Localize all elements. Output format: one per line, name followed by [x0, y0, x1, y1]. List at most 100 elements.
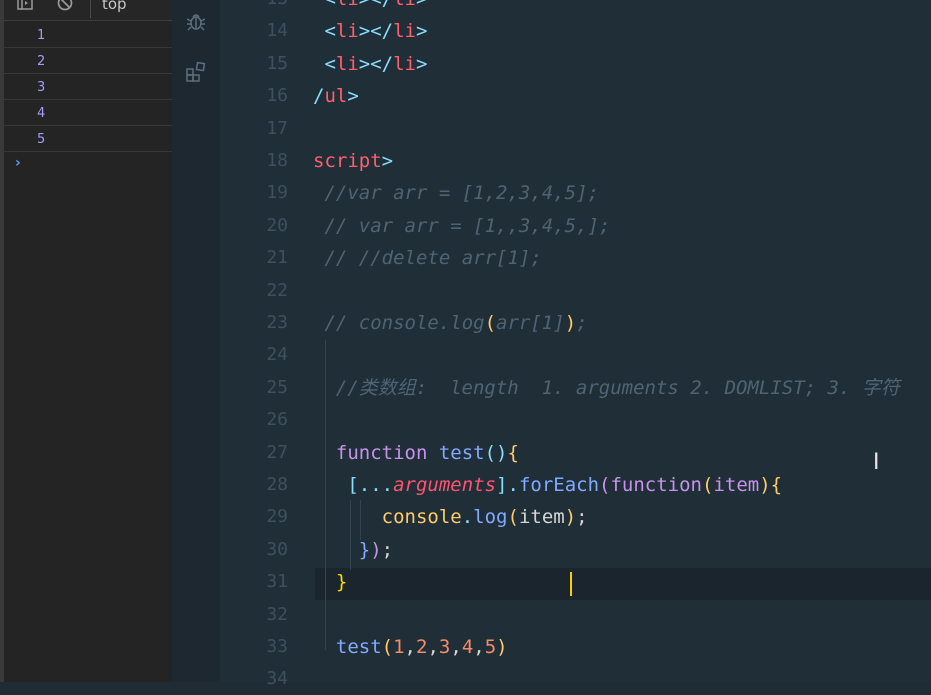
line-number: 29 [266, 506, 288, 528]
code-line: 33 test(1,2,3,4,5) [220, 631, 931, 663]
code-text: script> [313, 145, 393, 177]
sidebar-toggle-icon[interactable] [16, 0, 34, 12]
code-text: //var arr = [1,2,3,4,5]; [313, 177, 599, 209]
code-token: 4 [461, 636, 474, 658]
code-text: } [313, 566, 347, 598]
code-line: 34 [220, 663, 931, 695]
code-token: > [416, 0, 427, 10]
line-number: 32 [266, 603, 288, 625]
code-token: > [416, 20, 428, 43]
code-token: 1 [393, 636, 405, 658]
code-token: ( [381, 636, 394, 658]
console-log-row: 3 [4, 74, 172, 100]
code-token: item [518, 506, 565, 529]
code-line: 31 } [220, 566, 931, 598]
code-token: < [313, 0, 335, 10]
code-token: ) [564, 312, 577, 334]
console-log-value: 3 [37, 80, 46, 95]
code-token: } [313, 538, 371, 561]
line-number: 20 [266, 214, 288, 236]
code-token: > [347, 85, 359, 108]
code-text: // console.log(arr[1]); [313, 307, 588, 339]
code-token: ) [496, 636, 508, 658]
console-log-row: 2 [4, 48, 172, 74]
extensions-icon[interactable] [184, 60, 208, 84]
code-token: > [416, 52, 428, 75]
code-text: test(1,2,3,4,5) [313, 631, 508, 663]
console-prompt-icon[interactable]: › [15, 155, 21, 171]
code-text: // //delete arr[1]; [313, 242, 542, 274]
code-token: function [610, 474, 702, 496]
clear-console-icon[interactable] [56, 0, 74, 12]
code-line: 22 [220, 275, 931, 307]
code-token: < [313, 52, 336, 75]
code-token: console [313, 506, 462, 529]
line-number: 23 [266, 312, 288, 333]
line-number: 34 [266, 668, 288, 690]
code-line: 20 // var arr = [1,,3,4,5,]; [220, 210, 931, 242]
code-line: 24 [220, 339, 931, 371]
code-token: ) [370, 538, 382, 561]
code-line: 13 <li></li> [220, 0, 931, 15]
code-line: 19 //var arr = [1,2,3,4,5]; [220, 177, 931, 209]
code-token: / [313, 85, 325, 108]
code-line: 23 // console.log(arr[1]); [220, 307, 931, 339]
code-line: 28 [...arguments].forEach(function(item)… [220, 469, 931, 501]
code-token: ) [564, 506, 577, 529]
line-number: 27 [266, 441, 288, 463]
code-line: 21 // //delete arr[1]; [220, 242, 931, 274]
code-token: ></ [359, 0, 393, 10]
code-line: 26 [220, 404, 931, 436]
code-token: ; [576, 506, 588, 529]
code-token: ]. [496, 474, 519, 496]
code-token: arguments [393, 474, 497, 496]
code-editor[interactable]: 13 <li></li>14 <li></li>15 <li></li>16/u… [220, 0, 931, 689]
text-cursor-icon: I [873, 450, 880, 475]
console-log-value: 1 [37, 28, 46, 43]
code-token: ( [484, 312, 497, 334]
console-log-value: 5 [37, 132, 46, 147]
code-token: // var arr = [1,,3,4,5,]; [313, 214, 611, 237]
line-number: 22 [266, 279, 288, 301]
code-line: 15 <li></li> [220, 48, 931, 80]
code-line: 30 }); [220, 534, 931, 566]
code-token: // //delete arr[1]; [313, 247, 542, 270]
line-number: 14 [266, 20, 288, 42]
code-token: { [770, 474, 783, 496]
code-token: , [427, 636, 439, 658]
code-line: 27 function test(){ [220, 437, 931, 469]
code-token: , [404, 636, 416, 658]
code-line: 32 [220, 599, 931, 631]
code-token: , [450, 636, 462, 658]
code-text: <li></li> [313, 48, 427, 80]
line-number: 19 [266, 182, 288, 204]
code-token: forEach [518, 474, 600, 496]
code-text: [...arguments].forEach(function(item){ [313, 469, 782, 501]
line-number: 25 [266, 376, 288, 398]
code-token: ></ [358, 52, 394, 75]
line-number: 30 [266, 538, 288, 560]
line-number: 18 [266, 150, 288, 171]
code-token: { [507, 441, 519, 464]
line-number: 17 [266, 117, 288, 139]
console-log-row: 5 [4, 126, 172, 152]
code-text: <li></li> [313, 15, 427, 47]
code-token: > [381, 150, 394, 172]
code-token: li [393, 20, 416, 43]
console-log-value: 4 [37, 106, 46, 121]
toolbar-divider [90, 0, 91, 18]
console-log-value: 2 [37, 54, 46, 69]
code-text: /ul> [313, 80, 359, 112]
code-token: ( [599, 474, 611, 496]
code-token: log [473, 506, 508, 529]
code-token: ; [576, 312, 588, 334]
code-token: item [713, 474, 760, 496]
code-token: ( [701, 474, 714, 496]
code-token: < [313, 20, 336, 43]
context-selector[interactable]: top [102, 0, 127, 13]
code-token: ></ [358, 20, 394, 43]
line-number: 15 [266, 52, 288, 74]
code-token: ( [507, 506, 519, 529]
debug-icon[interactable] [184, 10, 208, 34]
code-text: // var arr = [1,,3,4,5,]; [313, 210, 610, 242]
